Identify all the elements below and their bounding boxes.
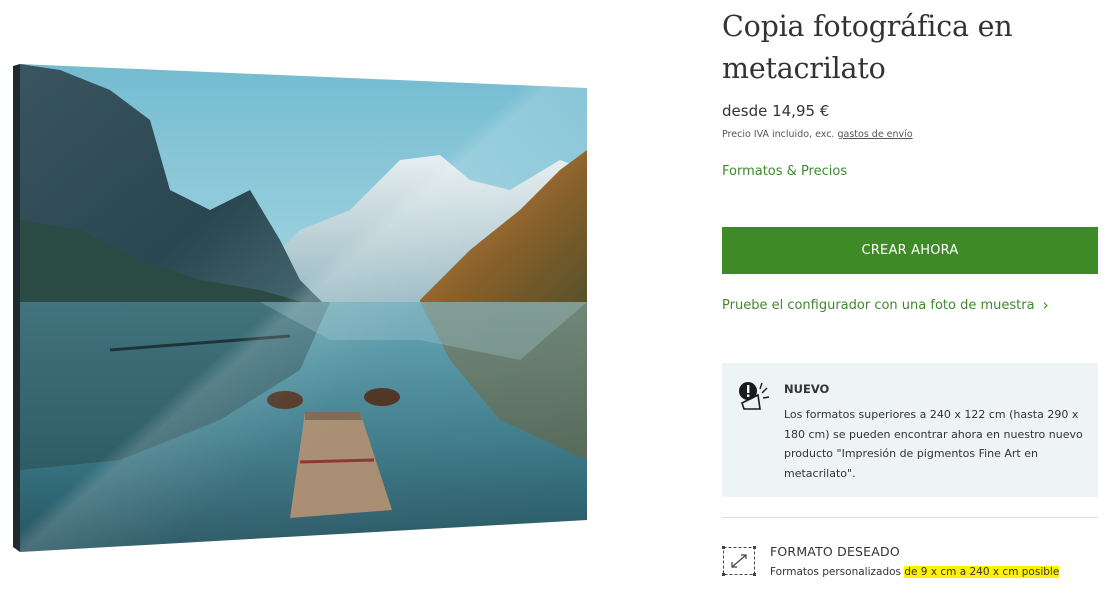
- tax-note: Precio IVA incluido, exc. gastos de enví…: [722, 129, 913, 140]
- sample-photo-link-label: Pruebe el configurador con una foto de m…: [722, 297, 1035, 313]
- price: desde 14,95 €: [722, 102, 830, 120]
- shipping-costs-link[interactable]: gastos de envío: [837, 129, 912, 140]
- chevron-right-icon: ›: [1042, 296, 1049, 314]
- megaphone-alert-icon: [738, 379, 772, 413]
- product-image[interactable]: [0, 40, 600, 570]
- format-subtitle-text: Formatos personalizados: [770, 566, 901, 578]
- formats-prices-link[interactable]: Formatos & Precios: [722, 164, 847, 179]
- notice-body: Los formatos superiores a 240 x 122 cm (…: [784, 408, 1083, 480]
- divider: [722, 517, 1098, 518]
- product-title: Copia fotográfica en metacrilato: [722, 10, 1013, 85]
- notice-box: NUEVO Los formatos superiores a 240 x 12…: [722, 363, 1098, 497]
- format-range-highlight: de 9 x cm a 240 x cm posible: [904, 566, 1060, 578]
- create-now-button[interactable]: CREAR AHORA: [722, 227, 1098, 274]
- tax-note-text: Precio IVA incluido, exc.: [722, 129, 835, 140]
- format-title: FORMATO DESEADO: [770, 544, 900, 559]
- resize-icon: [722, 546, 756, 576]
- sample-photo-link[interactable]: Pruebe el configurador con una foto de m…: [722, 296, 1049, 314]
- notice-title: NUEVO: [784, 382, 830, 396]
- format-subtitle: Formatos personalizados de 9 x cm a 240 …: [770, 566, 1060, 578]
